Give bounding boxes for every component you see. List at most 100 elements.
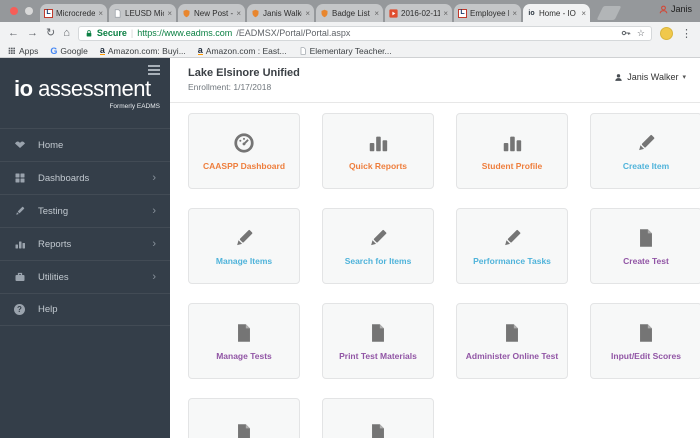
- new-tab-button[interactable]: [597, 6, 622, 20]
- bookmark-amazon-1[interactable]: a Amazon.com: Buyi...: [100, 46, 186, 56]
- reload-icon[interactable]: ↻: [46, 28, 55, 39]
- card-student-profile[interactable]: Student Profile: [456, 113, 568, 189]
- tab-close-icon[interactable]: ×: [374, 9, 379, 18]
- tab-close-icon[interactable]: ×: [236, 9, 241, 18]
- bookmark-apps[interactable]: Apps: [8, 46, 38, 56]
- secure-label[interactable]: Secure: [97, 28, 127, 38]
- card-partially-visible-2[interactable]: [322, 398, 434, 438]
- lock-icon: [85, 29, 93, 38]
- home-icon[interactable]: ⌂: [63, 28, 70, 39]
- sidebar-item-testing[interactable]: Testing ›: [0, 194, 170, 227]
- document-icon: [233, 422, 255, 438]
- tab-home-io[interactable]: io Home - IO Ed ×: [523, 4, 590, 22]
- card-create-item[interactable]: Create Item: [590, 113, 700, 189]
- bookmark-star-icon[interactable]: ☆: [637, 28, 645, 39]
- logo-tagline: Formerly EADMS: [14, 103, 160, 110]
- bookmarks-bar: Apps G Google a Amazon.com: Buyi... a Am…: [0, 44, 700, 58]
- chrome-menu-icon[interactable]: ⋮: [681, 27, 692, 40]
- card-performance-tasks[interactable]: Performance Tasks: [456, 208, 568, 284]
- portal-card-grid: CAASPP Dashboard Quick Reports Student P…: [188, 113, 700, 438]
- card-label: Student Profile: [480, 161, 544, 171]
- sidebar-item-home[interactable]: Home: [0, 128, 170, 161]
- document-icon: [233, 322, 255, 344]
- bookmark-label: Amazon.com: Buyi...: [108, 46, 186, 56]
- card-administer-online-test[interactable]: Administer Online Test: [456, 303, 568, 379]
- logo-io-text: io: [14, 76, 33, 101]
- url-domain: https://www.eadms.com: [137, 28, 232, 38]
- password-key-icon[interactable]: [621, 28, 631, 38]
- card-input-edit-scores[interactable]: Input/Edit Scores: [590, 303, 700, 379]
- card-label: CAASPP Dashboard: [201, 161, 287, 171]
- amazon-favicon: a: [198, 46, 203, 55]
- sidebar: io assessment Formerly EADMS Home Dashbo…: [0, 58, 170, 438]
- card-label: Search for Items: [343, 256, 414, 266]
- tab-title: Employee Res: [470, 9, 509, 18]
- tab-leusd-micro[interactable]: LEUSD Micro ×: [109, 4, 176, 22]
- pencil-icon: [635, 132, 657, 154]
- tab-employee-res[interactable]: L Employee Res ×: [454, 4, 521, 22]
- tab-title: Badge List: [332, 9, 371, 18]
- tab-badge-list[interactable]: Badge List ×: [316, 4, 383, 22]
- tab-close-icon[interactable]: ×: [98, 9, 103, 18]
- tab-close-icon[interactable]: ×: [305, 9, 310, 18]
- livebinders-favicon: L: [458, 9, 467, 18]
- help-icon: ?: [14, 304, 27, 315]
- user-menu[interactable]: Janis Walker ▾: [614, 72, 686, 82]
- bookmark-amazon-2[interactable]: a Amazon.com : East...: [198, 46, 287, 56]
- sidebar-item-label: Help: [38, 304, 58, 315]
- account-avatar[interactable]: [660, 27, 673, 40]
- tab-title: Home - IO Ed: [539, 9, 578, 18]
- card-caaspp-dashboard[interactable]: CAASPP Dashboard: [188, 113, 300, 189]
- card-label: Manage Tests: [214, 351, 274, 361]
- forward-icon[interactable]: →: [27, 28, 38, 39]
- tab-title: Microcredenti: [56, 9, 95, 18]
- tab-close-icon[interactable]: ×: [512, 9, 517, 18]
- back-icon[interactable]: ←: [8, 28, 19, 39]
- card-create-test[interactable]: Create Test: [590, 208, 700, 284]
- badge-shield-favicon: [182, 9, 191, 18]
- chevron-right-icon: ›: [152, 172, 156, 184]
- main-content: Lake Elsinore Unified Enrollment: 1/17/2…: [170, 58, 700, 438]
- document-icon: [635, 227, 657, 249]
- card-manage-items[interactable]: Manage Items: [188, 208, 300, 284]
- address-bar[interactable]: Secure | https://www.eadms.com /EADMSX/P…: [78, 26, 652, 41]
- logo-assessment-text: assessment: [33, 76, 151, 101]
- tab-video-file[interactable]: 2016-02-11_1 ×: [385, 4, 452, 22]
- card-partially-visible-1[interactable]: [188, 398, 300, 438]
- bar-chart-icon: [501, 132, 523, 154]
- document-icon: [367, 422, 389, 438]
- tab-new-post[interactable]: New Post - EA ×: [178, 4, 245, 22]
- sidebar-item-reports[interactable]: Reports ›: [0, 227, 170, 260]
- bookmark-label: Google: [60, 46, 87, 56]
- chevron-right-icon: ›: [152, 238, 156, 250]
- browser-profile-chip[interactable]: Janis: [659, 4, 692, 14]
- card-quick-reports[interactable]: Quick Reports: [322, 113, 434, 189]
- dashboard-grid-icon: [14, 172, 27, 184]
- card-manage-tests[interactable]: Manage Tests: [188, 303, 300, 379]
- sidebar-item-label: Testing: [38, 206, 68, 217]
- url-separator: |: [131, 28, 133, 38]
- sidebar-item-dashboards[interactable]: Dashboards ›: [0, 161, 170, 194]
- close-window-button[interactable]: [10, 7, 18, 15]
- tab-close-icon[interactable]: ×: [167, 9, 172, 18]
- bookmark-elementary-teacher[interactable]: Elementary Teacher...: [299, 46, 392, 56]
- profile-name: Janis: [671, 4, 692, 14]
- tab-close-icon[interactable]: ×: [443, 9, 448, 18]
- bookmark-google[interactable]: G Google: [50, 46, 87, 56]
- card-label: Input/Edit Scores: [609, 351, 683, 361]
- tab-janis-walker[interactable]: Janis Walker - ×: [247, 4, 314, 22]
- sidebar-item-label: Home: [38, 140, 63, 151]
- amazon-favicon: a: [100, 46, 105, 55]
- bird-icon: [14, 139, 27, 151]
- district-name: Lake Elsinore Unified: [188, 67, 300, 79]
- minimize-window-button[interactable]: [25, 7, 33, 15]
- gauge-icon: [233, 132, 255, 154]
- sidebar-item-help[interactable]: ? Help: [0, 293, 170, 326]
- card-search-for-items[interactable]: Search for Items: [322, 208, 434, 284]
- tab-microcredentials[interactable]: L Microcredenti ×: [40, 4, 107, 22]
- pencil-icon: [233, 227, 255, 249]
- url-path: /EADMSX/Portal/Portal.aspx: [236, 28, 350, 38]
- sidebar-item-utilities[interactable]: Utilities ›: [0, 260, 170, 293]
- tab-close-icon[interactable]: ×: [581, 9, 586, 18]
- card-print-test-materials[interactable]: Print Test Materials: [322, 303, 434, 379]
